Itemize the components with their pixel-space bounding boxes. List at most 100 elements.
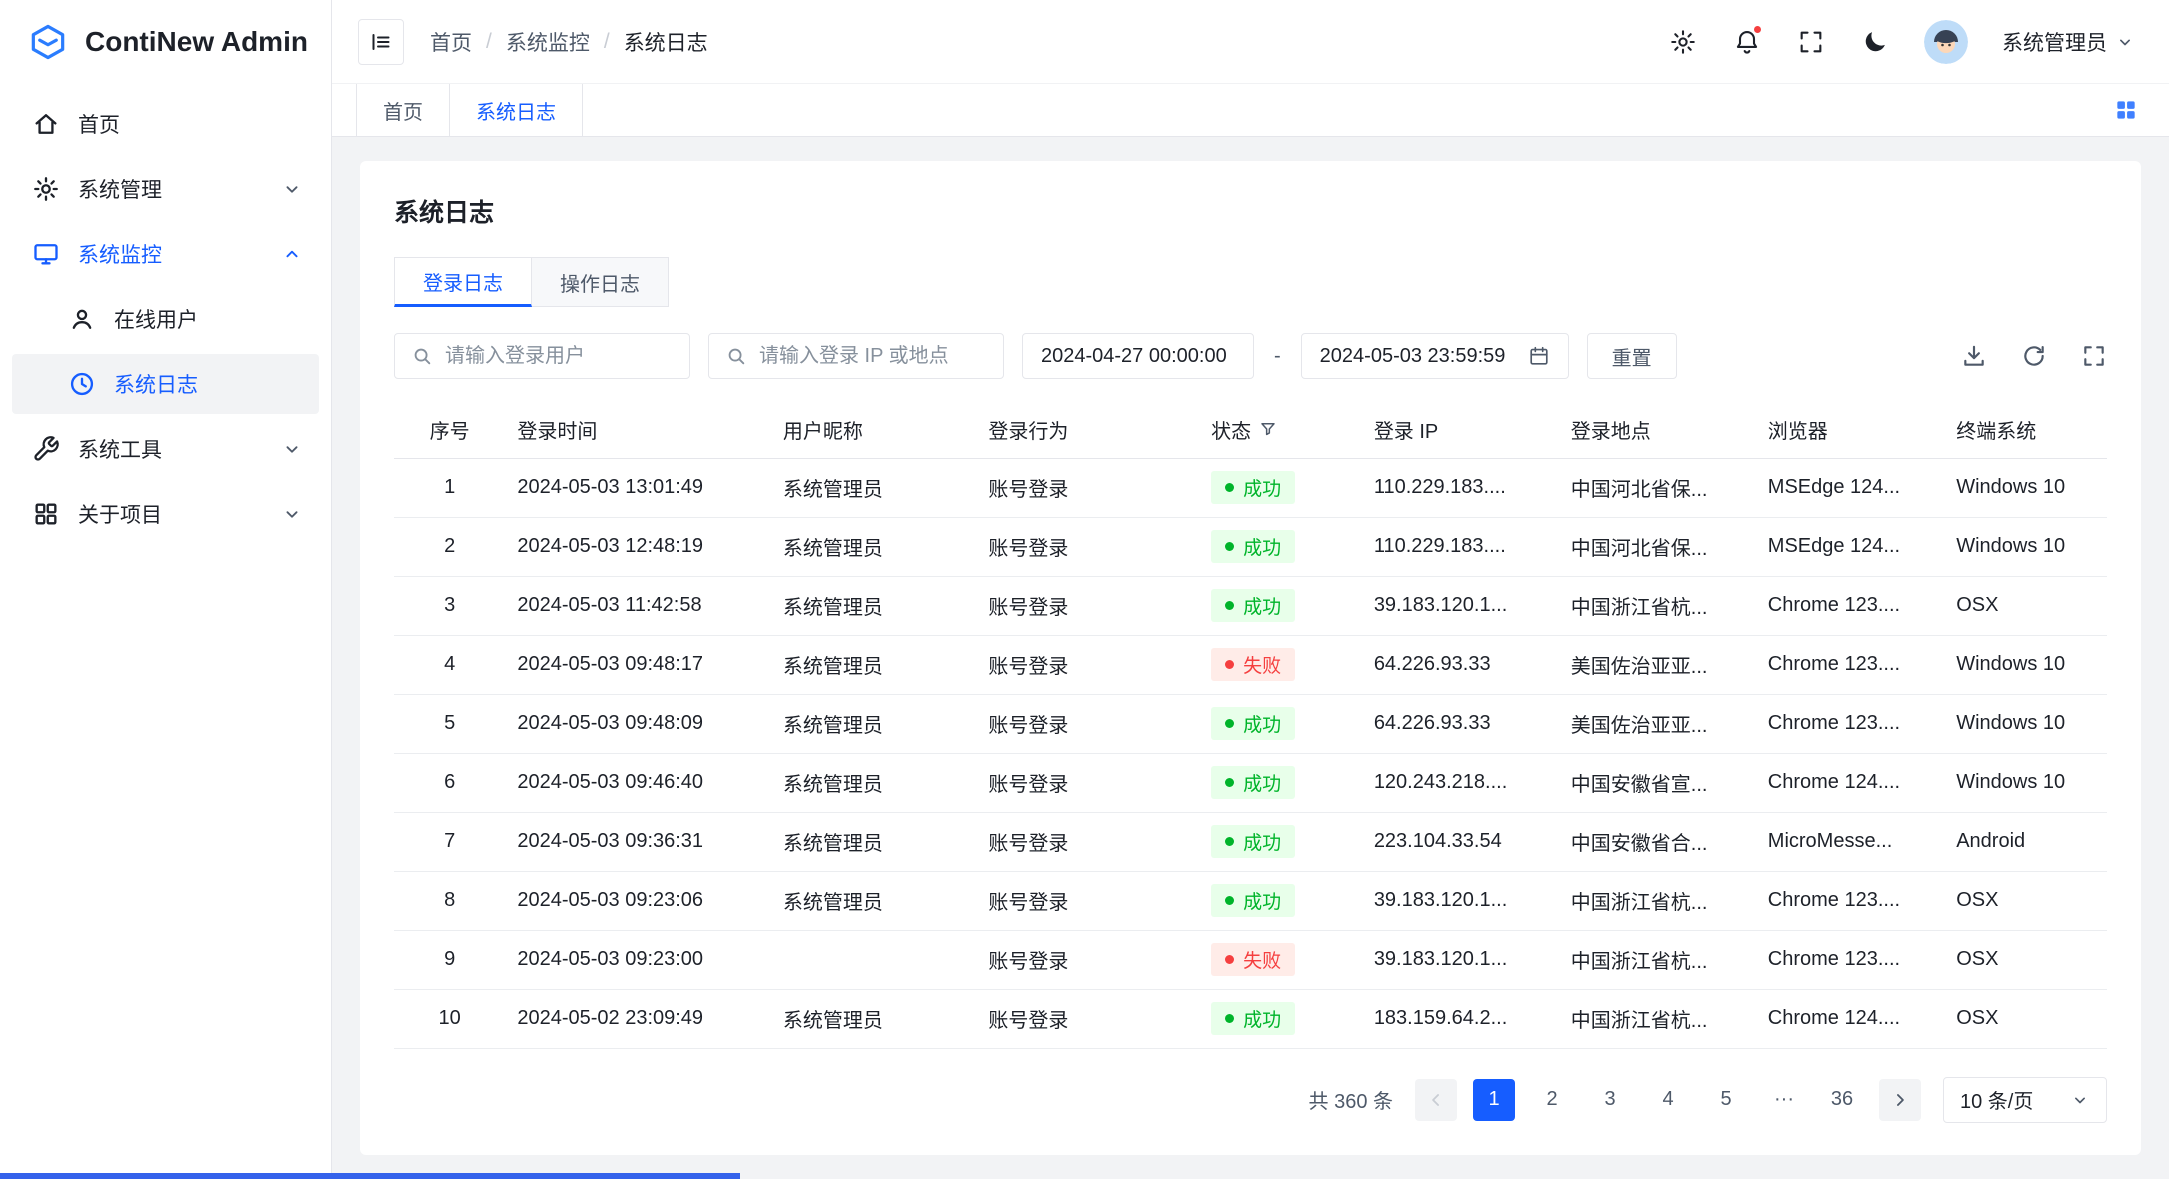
cell-ip: 39.183.120.1... [1362,930,1559,989]
sidebar-collapse-button[interactable] [358,19,404,65]
tab-system-logs[interactable]: 系统日志 [449,84,583,136]
filter-funnel-icon[interactable] [1259,420,1277,438]
cell-time: 2024-05-03 09:23:06 [505,871,771,930]
dark-mode-moon-icon[interactable] [1860,27,1890,57]
tabbar-actions [2111,84,2169,136]
cell-location: 中国河北省保... [1559,517,1756,576]
sidebar-item-online-users[interactable]: 在线用户 [12,289,319,349]
cell-user: 系统管理员 [771,517,977,576]
status-dot [1225,542,1234,551]
sidebar-item-system-monitor[interactable]: 系统监控 [12,224,319,284]
date-end-input[interactable] [1320,345,1528,368]
date-range-start[interactable] [1022,333,1254,379]
cell-index: 5 [394,694,505,753]
login-user-search[interactable] [394,333,690,379]
cell-browser: Chrome 123.... [1756,635,1944,694]
reset-button[interactable]: 重置 [1587,333,1677,379]
pagination-page-4[interactable]: 4 [1647,1079,1689,1121]
login-user-input[interactable] [445,345,673,368]
status-dot [1225,660,1234,669]
status-badge: 成功 [1211,1002,1295,1035]
pagination-ellipsis[interactable]: ··· [1763,1079,1805,1121]
col-status-label: 状态 [1211,415,1251,444]
col-index: 序号 [394,401,505,458]
page-size-select[interactable]: 10 条/页 [1943,1077,2107,1123]
breadcrumb-separator: / [604,30,610,54]
tab-login-log[interactable]: 登录日志 [394,257,532,307]
pagination: 共 360 条 1 2 3 4 5 ··· 36 10 条/页 [394,1077,2107,1123]
brand: ContiNew Admin [0,0,331,84]
date-range-separator: - [1272,345,1283,368]
user-menu[interactable]: 系统管理员 [2002,27,2135,57]
cell-browser: MicroMesse... [1756,812,1944,871]
chevron-down-icon [281,438,303,460]
cell-location: 美国佐治亚亚... [1559,694,1756,753]
date-start-input[interactable] [1041,345,1235,368]
cell-status: 成功 [1199,517,1362,576]
pagination-page-36[interactable]: 36 [1821,1079,1863,1121]
sidebar-item-label: 系统日志 [114,369,198,399]
pagination-next-button[interactable] [1879,1079,1921,1121]
pagination-page-1[interactable]: 1 [1473,1079,1515,1121]
cell-location: 中国浙江省杭... [1559,871,1756,930]
sidebar-menu: 首页 系统管理 系统监控 [0,84,331,559]
user-avatar[interactable] [1924,20,1968,64]
cell-location: 中国浙江省杭... [1559,930,1756,989]
breadcrumb-system-monitor[interactable]: 系统监控 [506,27,590,57]
tab-home[interactable]: 首页 [356,84,449,136]
cell-location: 美国佐治亚亚... [1559,635,1756,694]
cell-ip: 39.183.120.1... [1362,871,1559,930]
download-icon[interactable] [1961,343,1987,369]
cell-index: 9 [394,930,505,989]
status-dot [1225,601,1234,610]
expand-table-icon[interactable] [2081,343,2107,369]
notification-bell-icon[interactable] [1732,27,1762,57]
refresh-icon[interactable] [2021,343,2047,369]
cell-os: Windows 10 [1944,458,2107,517]
pagination-page-5[interactable]: 5 [1705,1079,1747,1121]
login-ip-search[interactable] [708,333,1004,379]
sidebar-item-system-tools[interactable]: 系统工具 [12,419,319,479]
cell-ip: 120.243.218.... [1362,753,1559,812]
fullscreen-icon[interactable] [1796,27,1826,57]
home-icon [32,110,60,138]
cell-ip: 110.229.183.... [1362,517,1559,576]
cell-user: 系统管理员 [771,871,977,930]
sidebar-item-about-project[interactable]: 关于项目 [12,484,319,544]
clock-icon [68,370,96,398]
breadcrumb-home[interactable]: 首页 [430,27,472,57]
table-row: 8 2024-05-03 09:23:06 系统管理员 账号登录 成功 39.1… [394,871,2107,930]
login-ip-input[interactable] [759,345,987,368]
col-status: 状态 [1199,401,1362,458]
notification-badge [1752,24,1763,35]
sidebar-item-system-management[interactable]: 系统管理 [12,159,319,219]
date-range-end[interactable] [1301,333,1569,379]
table-toolbar-actions [1961,343,2107,369]
pagination-prev-button[interactable] [1415,1079,1457,1121]
login-log-table: 序号 登录时间 用户昵称 登录行为 状态 [394,401,2107,1049]
pagination-page-2[interactable]: 2 [1531,1079,1573,1121]
cell-os: OSX [1944,930,2107,989]
pagination-total: 共 360 条 [1309,1085,1393,1114]
sidebar-item-home[interactable]: 首页 [12,94,319,154]
cell-time: 2024-05-03 09:48:17 [505,635,771,694]
status-dot [1225,1014,1234,1023]
system-log-card: 系统日志 登录日志 操作日志 [360,161,2141,1155]
brand-logo-icon [26,20,70,64]
status-badge: 成功 [1211,530,1295,563]
cell-user: 系统管理员 [771,635,977,694]
apps-grid-icon[interactable] [2111,95,2141,125]
settings-icon[interactable] [1668,27,1698,57]
tab-operation-log[interactable]: 操作日志 [532,257,669,307]
log-type-tabs: 登录日志 操作日志 [394,257,2107,307]
cell-user: 系统管理员 [771,989,977,1048]
cell-index: 1 [394,458,505,517]
app-window: ContiNew Admin 首页 系统管理 [0,0,2169,1179]
reset-label: 重置 [1612,342,1652,371]
col-nickname: 用户昵称 [771,401,977,458]
cell-status: 成功 [1199,458,1362,517]
sidebar-item-system-logs[interactable]: 系统日志 [12,354,319,414]
breadcrumb-system-logs: 系统日志 [624,27,708,57]
table-row: 1 2024-05-03 13:01:49 系统管理员 账号登录 成功 110.… [394,458,2107,517]
pagination-page-3[interactable]: 3 [1589,1079,1631,1121]
